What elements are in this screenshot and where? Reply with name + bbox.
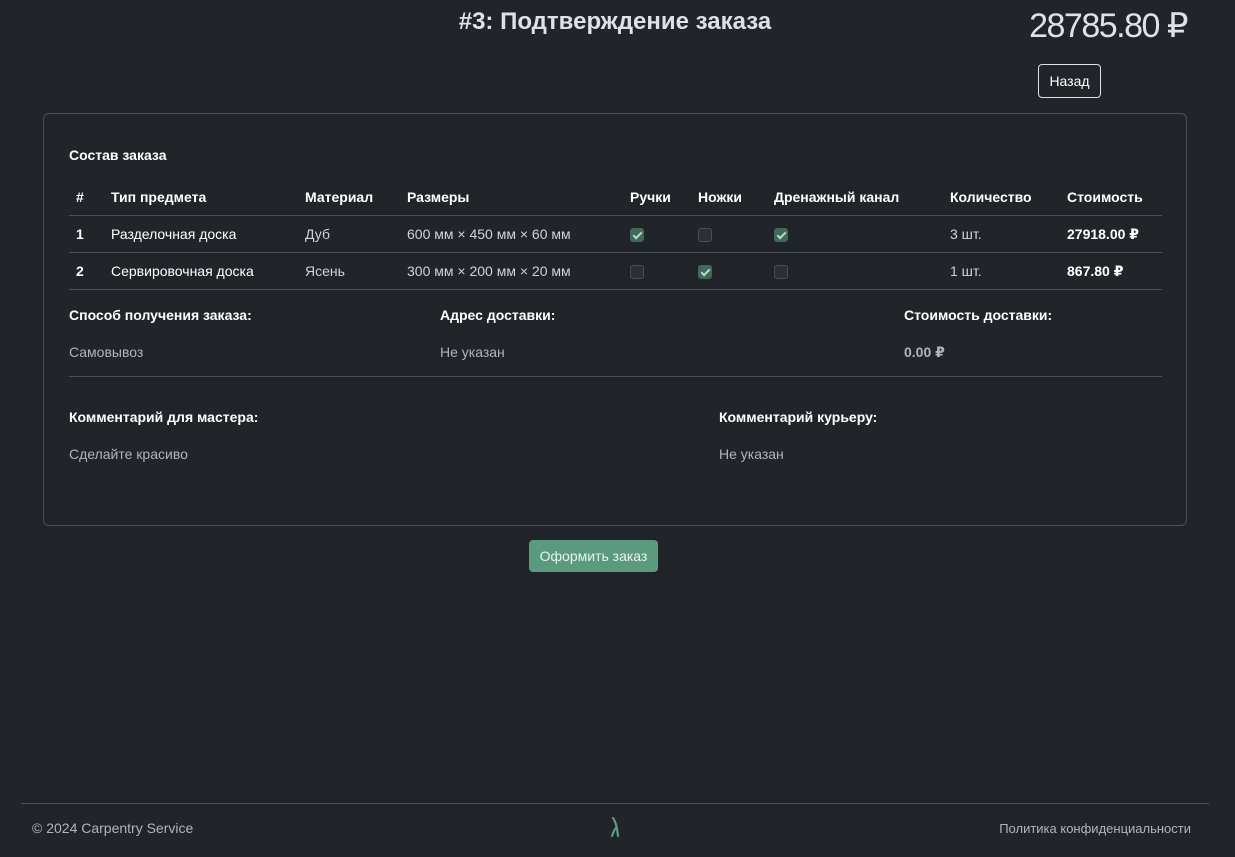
delivery-cost-value: 0.00 ₽ bbox=[904, 344, 945, 360]
handles-checkbox[interactable] bbox=[630, 265, 644, 280]
courier-comment-value: Не указан bbox=[719, 446, 784, 462]
item-type: Сервировочная доска bbox=[104, 252, 298, 290]
footer-divider bbox=[21, 803, 1209, 804]
courier-comment-label: Комментарий курьеру: bbox=[719, 409, 878, 425]
item-cost: 27918.00 ₽ bbox=[1060, 215, 1162, 253]
submit-order-button[interactable]: Оформить заказ bbox=[529, 540, 658, 572]
table-row: 1 Разделочная доска Дуб 600 мм × 450 мм … bbox=[69, 215, 1162, 253]
column-header-type: Тип предмета bbox=[104, 179, 298, 216]
delivery-address-label: Адрес доставки: bbox=[440, 307, 556, 323]
item-type: Разделочная доска bbox=[104, 215, 298, 253]
item-material: Ясень bbox=[298, 252, 400, 290]
back-button[interactable]: Назад bbox=[1038, 64, 1101, 98]
row-number: 1 bbox=[69, 215, 104, 253]
drain-checkbox[interactable] bbox=[774, 265, 788, 280]
master-comment-label: Комментарий для мастера: bbox=[69, 409, 259, 425]
handles-checkbox[interactable] bbox=[630, 228, 644, 243]
master-comment-value: Сделайте красиво bbox=[69, 446, 188, 462]
drain-checkbox[interactable] bbox=[774, 228, 788, 243]
row-number: 2 bbox=[69, 252, 104, 290]
order-items-table: # Тип предмета Материал Размеры Ручки Но… bbox=[69, 179, 1162, 290]
delivery-cost-label: Стоимость доставки: bbox=[904, 307, 1053, 323]
legs-checkbox[interactable] bbox=[698, 265, 712, 280]
column-header-material: Материал bbox=[298, 179, 400, 216]
delivery-method-value: Самовывоз bbox=[69, 344, 144, 360]
item-size: 600 мм × 450 мм × 60 мм bbox=[400, 215, 623, 253]
legs-checkbox[interactable] bbox=[698, 228, 712, 243]
privacy-policy-link[interactable]: Политика конфиденциальности bbox=[999, 821, 1191, 836]
order-card: Состав заказа # Тип предмета Материал Ра… bbox=[43, 113, 1187, 526]
table-header-row: # Тип предмета Материал Размеры Ручки Но… bbox=[69, 179, 1162, 216]
table-row: 2 Сервировочная доска Ясень 300 мм × 200… bbox=[69, 252, 1162, 290]
item-size: 300 мм × 200 мм × 20 мм bbox=[400, 252, 623, 290]
item-quantity: 3 шт. bbox=[943, 215, 1060, 253]
footer-copyright: © 2024 Carpentry Service bbox=[32, 820, 194, 836]
column-header-handles: Ручки bbox=[623, 179, 691, 216]
column-header-cost: Стоимость bbox=[1060, 179, 1162, 216]
delivery-address-value: Не указан bbox=[440, 344, 505, 360]
column-header-number: # bbox=[69, 179, 104, 216]
column-header-drain: Дренажный канал bbox=[767, 179, 943, 216]
order-section-title: Состав заказа bbox=[69, 147, 167, 163]
section-divider bbox=[69, 376, 1162, 377]
order-total-price: 28785.80 ₽ bbox=[1029, 7, 1188, 45]
leaf-logo-icon[interactable] bbox=[608, 816, 622, 838]
delivery-method-label: Способ получения заказа: bbox=[69, 307, 252, 323]
column-header-size: Размеры bbox=[400, 179, 623, 216]
column-header-legs: Ножки bbox=[691, 179, 767, 216]
item-material: Дуб bbox=[298, 215, 400, 253]
item-quantity: 1 шт. bbox=[943, 252, 1060, 290]
column-header-quantity: Количество bbox=[943, 179, 1060, 216]
item-cost: 867.80 ₽ bbox=[1060, 252, 1162, 290]
